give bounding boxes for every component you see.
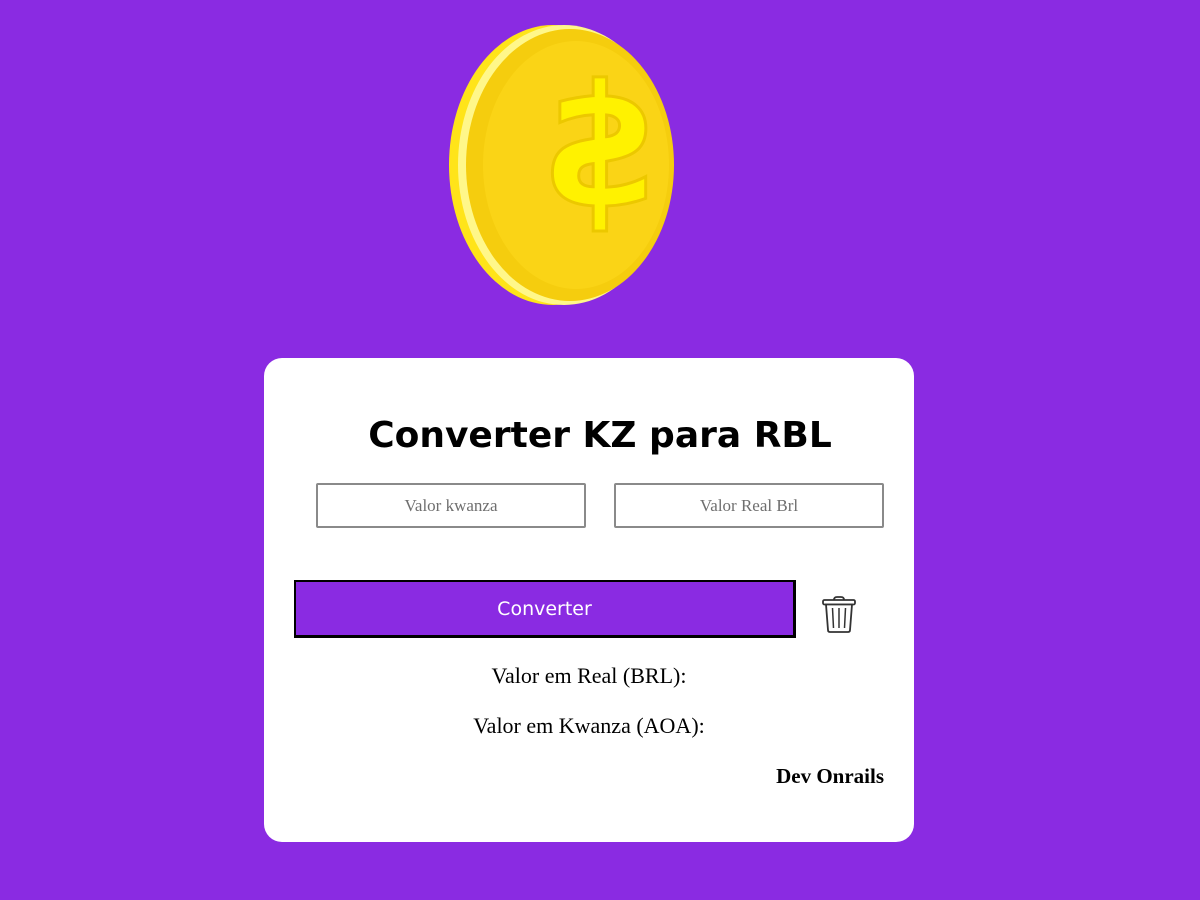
kwanza-input[interactable]: [316, 483, 586, 528]
result-brl-label: Valor em Real (BRL):: [491, 663, 687, 688]
page-title: Converter KZ para RBL: [368, 415, 832, 456]
trash-icon[interactable]: [819, 594, 859, 634]
svg-text:$: $: [541, 49, 659, 247]
result-aoa-label: Valor em Kwanza (AOA):: [473, 713, 705, 738]
dollar-coin-icon: $: [448, 24, 688, 308]
convert-button[interactable]: Converter: [294, 580, 796, 638]
real-brl-input[interactable]: [614, 483, 884, 528]
developer-credit: Dev Onrails: [776, 764, 884, 788]
